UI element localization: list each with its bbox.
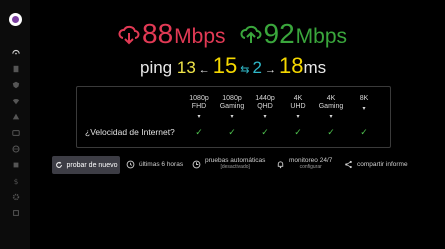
history-icon	[126, 160, 135, 169]
share-label: compartir informe	[357, 161, 408, 168]
media-icon[interactable]	[11, 128, 20, 137]
ping-readout: ping 13 ← 15 ⇆ 2 → 18 ms	[140, 53, 326, 79]
arrow-right-icon: →	[264, 64, 276, 76]
upload-value: 92	[263, 18, 295, 49]
download-cloud-icon	[118, 25, 140, 45]
globe-icon[interactable]	[11, 144, 20, 153]
column-header[interactable]: 8K ▾	[347, 95, 381, 113]
speed-question: ¿Velocidad de Internet?	[85, 127, 175, 137]
column-header[interactable]: 4K UHD ▾	[281, 95, 315, 121]
download-value: 88	[142, 18, 174, 49]
square-icon[interactable]	[11, 208, 20, 217]
share-icon	[345, 160, 352, 169]
arrow-left-icon: ←	[198, 64, 210, 76]
caret-down-icon: ▾	[230, 114, 234, 120]
quality-table: 1080p FHD ▾ 1080p Gaming ▾ 1440p QHD ▾ 4K UHD ▾ …	[76, 86, 391, 148]
monitor-button[interactable]: monitoreo 24/7 configurar	[276, 157, 332, 171]
shield-icon[interactable]	[11, 80, 20, 89]
ping-upload-latency: 18	[278, 53, 304, 78]
column-header[interactable]: 1080p Gaming ▾	[215, 95, 249, 121]
caret-down-icon: ▾	[197, 114, 201, 120]
caret-down-icon: ▾	[362, 106, 366, 112]
history-button[interactable]: últimas 6 horas	[126, 160, 183, 169]
auto-tests-label: pruebas automáticas	[205, 157, 266, 164]
timer-icon	[192, 160, 201, 168]
monitor-configure: configurar	[299, 164, 322, 170]
check-icon: ✓	[228, 127, 236, 137]
history-label: últimas 6 horas	[139, 161, 184, 168]
layers-icon[interactable]	[11, 160, 20, 169]
check-icon: ✓	[327, 127, 335, 137]
share-button[interactable]: compartir informe	[344, 160, 408, 169]
retry-label: probar de nuevo	[66, 161, 118, 169]
check-icon: ✓	[261, 127, 269, 137]
app-logo[interactable]	[9, 13, 22, 26]
download-speed: 88Mbps	[118, 18, 226, 50]
ping-jitter: 2	[252, 58, 262, 77]
check-icon: ✓	[360, 127, 368, 137]
network-icon[interactable]	[11, 112, 20, 121]
auto-tests-button[interactable]: pruebas automáticas [desactivado]	[192, 157, 265, 171]
ping-unit: ms	[303, 58, 327, 77]
sidebar: $	[0, 0, 30, 249]
refresh-icon	[55, 161, 62, 168]
caret-down-icon: ▾	[296, 114, 300, 120]
monitor-label: monitoreo 24/7	[289, 157, 333, 164]
ping-unloaded: 13	[176, 58, 196, 77]
retry-button[interactable]: probar de nuevo	[52, 156, 120, 174]
dollar-icon[interactable]: $	[11, 176, 20, 185]
column-header[interactable]: 1080p FHD ▾	[182, 95, 216, 121]
download-unit: Mbps	[174, 25, 226, 48]
column-header[interactable]: 1440p QHD ▾	[248, 95, 282, 121]
auto-tests-status: [desactivado]	[220, 164, 250, 170]
ping-loaded: 15	[212, 53, 238, 78]
upload-speed: 92Mbps	[240, 18, 348, 50]
check-icon: ✓	[195, 127, 203, 137]
upload-unit: Mbps	[295, 25, 348, 48]
speed-readout: 88Mbps 92Mbps	[118, 18, 347, 52]
gear-icon[interactable]	[11, 192, 20, 201]
caret-down-icon: ▾	[329, 114, 333, 120]
wifi-icon[interactable]	[11, 96, 20, 105]
check-icon: ✓	[294, 127, 302, 137]
column-header[interactable]: 4K Gaming ▾	[314, 95, 348, 121]
ping-label: ping	[140, 58, 173, 77]
swap-icon: ⇆	[240, 64, 250, 76]
dashboard-icon[interactable]	[11, 47, 20, 56]
document-icon[interactable]	[11, 64, 20, 73]
action-bar: probar de nuevo últimas 6 horas pruebas …	[52, 156, 422, 176]
caret-down-icon: ▾	[263, 114, 267, 120]
bell-icon	[277, 160, 284, 168]
svg-text:$: $	[13, 177, 18, 185]
upload-cloud-icon	[240, 25, 261, 43]
